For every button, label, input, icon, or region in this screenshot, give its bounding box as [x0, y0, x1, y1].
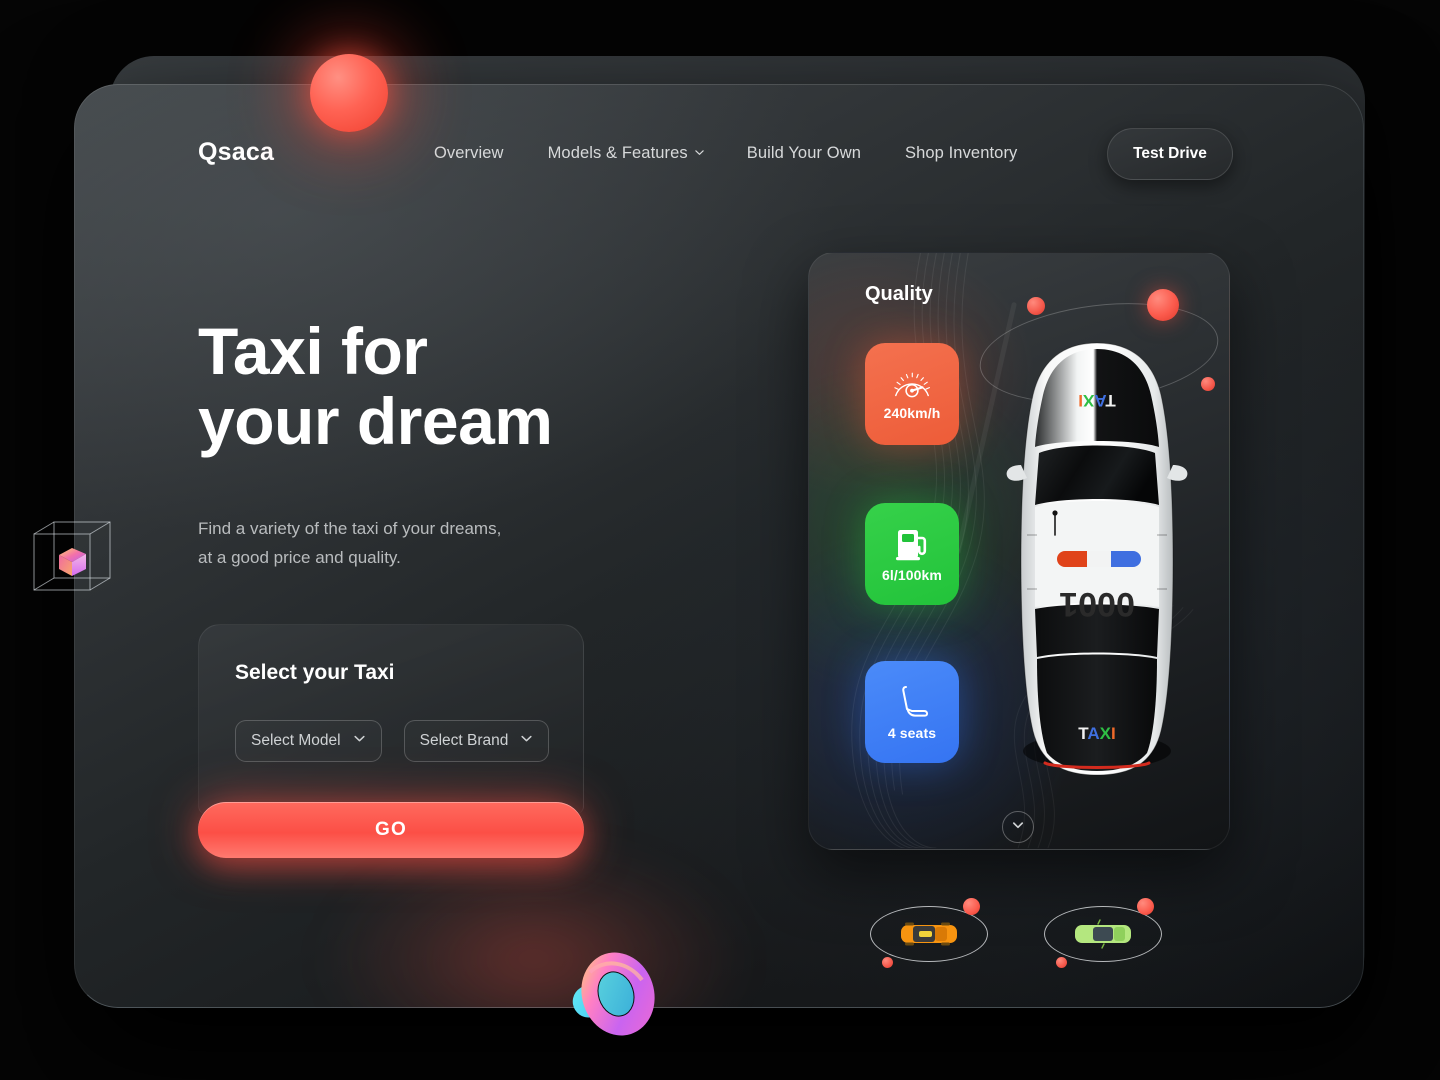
speedometer-icon	[891, 367, 933, 401]
chevron-down-icon	[353, 732, 366, 750]
chevron-down-icon	[694, 147, 704, 156]
hero-section: Taxi for your dream Find a variety of th…	[198, 316, 758, 572]
orbit-sphere-medium	[1027, 297, 1045, 315]
hero-subtitle-line-1: Find a variety of the taxi of your dream…	[198, 519, 502, 538]
thumbnail-sphere-large	[1137, 898, 1154, 915]
orange-car-icon	[899, 919, 959, 954]
feature-card-seats[interactable]: 4 seats	[865, 661, 959, 763]
hero-subtitle-line-2: at a good price and quality.	[198, 548, 401, 567]
select-brand-dropdown[interactable]: Select Brand	[403, 720, 550, 762]
hero-title-line-2: your dream	[198, 384, 553, 458]
feature-card-fuel[interactable]: 6l/100km	[865, 503, 959, 605]
nav-item-build-your-own[interactable]: Build Your Own	[747, 144, 861, 163]
feature-card-label: 6l/100km	[882, 567, 942, 583]
green-taxi-thumbnail[interactable]	[1044, 898, 1162, 972]
nav-item-label: Models & Features	[547, 144, 688, 162]
taxi-trunk-label: TAXI	[1078, 724, 1115, 743]
go-button-glow	[324, 844, 744, 1008]
nav-item-overview[interactable]: Overview	[434, 144, 504, 163]
quality-title: Quality	[865, 283, 933, 305]
feature-card-speed[interactable]: 240km/h	[865, 343, 959, 445]
red-glowing-sphere	[310, 54, 388, 132]
feature-card-label: 240km/h	[883, 405, 941, 421]
select-taxi-card: Select your Taxi Select Model Select Bra…	[198, 624, 584, 814]
feature-card-label: 4 seats	[887, 725, 937, 741]
test-drive-button[interactable]: Test Drive	[1107, 128, 1233, 180]
fuel-pump-icon	[894, 525, 930, 563]
page-title: Taxi for your dream	[198, 316, 758, 456]
thumbnail-sphere-small	[882, 957, 893, 968]
chevron-down-icon	[520, 732, 533, 750]
nav-item-label: Shop Inventory	[905, 144, 1018, 162]
hero-title-line-1: Taxi for	[198, 314, 428, 388]
select-card-title: Select your Taxi	[235, 661, 395, 684]
car-seat-icon	[894, 683, 930, 721]
green-car-icon	[1073, 919, 1133, 954]
main-navigation: Overview Models & Features Build Your Ow…	[434, 144, 1017, 163]
brand-logo[interactable]: Qsaca	[198, 138, 274, 167]
go-button[interactable]: GO	[198, 802, 584, 858]
nav-item-models-features[interactable]: Models & Features	[547, 144, 704, 163]
taxi-light-bar	[1057, 551, 1141, 567]
orange-taxi-thumbnail[interactable]	[870, 898, 988, 972]
wireframe-cube-decoration	[26, 514, 120, 608]
orbit-sphere-small	[1201, 377, 1215, 391]
taxi-car-illustration[interactable]: 0001 TAXI TAXI	[997, 339, 1197, 779]
gradient-torus-decoration	[560, 938, 662, 1042]
nav-item-shop-inventory[interactable]: Shop Inventory	[905, 144, 1017, 163]
orbit-sphere-large	[1147, 289, 1179, 321]
svg-text:TAXI: TAXI	[1078, 391, 1115, 410]
chevron-down-icon	[1011, 818, 1025, 837]
hero-subtitle: Find a variety of the taxi of your dream…	[198, 514, 758, 572]
taxi-hood-label: TAXI	[1078, 391, 1115, 410]
page-root: Qsaca Overview Models & Features Build Y…	[0, 0, 1440, 1080]
taxi-number: 0001	[1059, 585, 1135, 623]
select-model-value: Select Model	[251, 732, 341, 749]
thumbnail-sphere-large	[963, 898, 980, 915]
nav-item-label: Overview	[434, 144, 504, 162]
dropdown-group: Select Model Select Brand	[235, 720, 550, 762]
quality-panel: Quality 240km/h 6l/100km 4 seats 0001 TA…	[808, 252, 1230, 850]
select-brand-value: Select Brand	[419, 732, 509, 749]
site-header: Qsaca Overview Models & Features Build Y…	[198, 128, 1233, 180]
nav-item-label: Build Your Own	[746, 144, 861, 162]
thumbnail-sphere-small	[1056, 957, 1067, 968]
taxi-thumbnail-list	[870, 898, 1162, 972]
expand-details-button[interactable]	[1002, 811, 1034, 843]
select-model-dropdown[interactable]: Select Model	[235, 720, 382, 762]
